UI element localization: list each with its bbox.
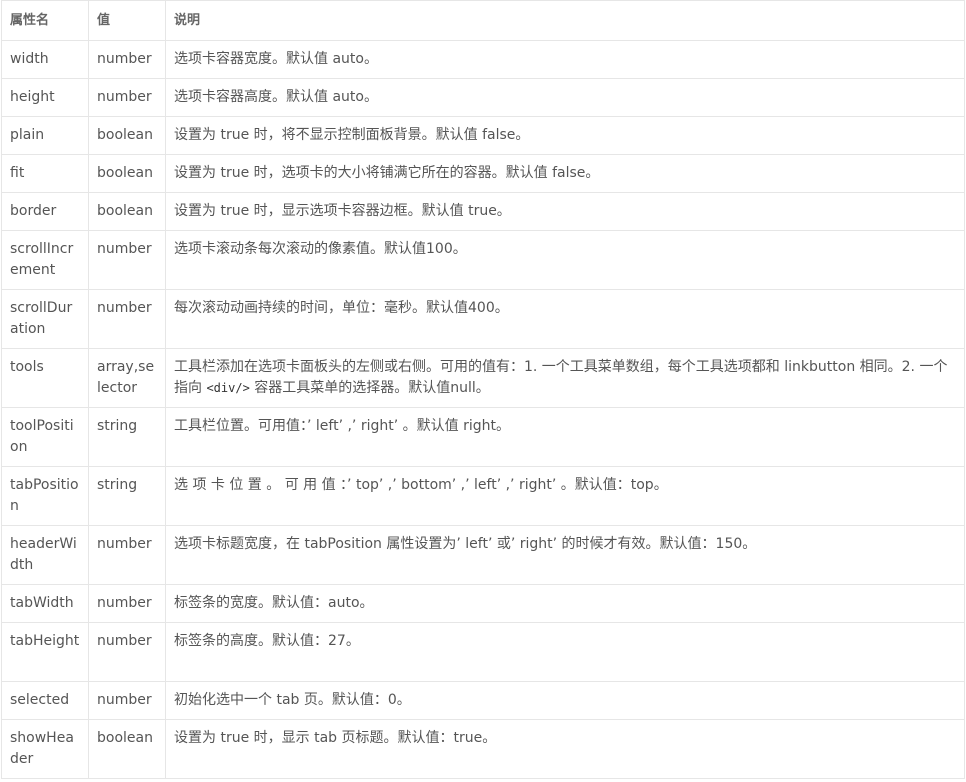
property-name: plain [1, 116, 89, 155]
property-description: 每次滚动动画持续的时间，单位：毫秒。默认值400。 [165, 289, 965, 349]
property-name: tools [1, 348, 89, 408]
property-type: boolean [88, 116, 166, 155]
property-name: fit [1, 154, 89, 193]
table-row: headerWidth number 选项卡标题宽度，在 tabPosition… [1, 525, 965, 585]
table-row: scrollIncrement number 选项卡滚动条每次滚动的像素值。默认… [1, 230, 965, 290]
property-name: headerWidth [1, 525, 89, 585]
property-type: string [88, 407, 166, 467]
property-description: 设置为 true 时，显示 tab 页标题。默认值：true。 [165, 719, 965, 779]
property-description: 工具栏添加在选项卡面板头的左侧或右侧。可用的值有：1. 一个工具菜单数组，每个工… [165, 348, 965, 408]
property-description: 选 项 卡 位 置 。 可 用 值 ：’ top’ ,’ bottom’ ,’ … [165, 466, 965, 526]
property-name: scrollIncrement [1, 230, 89, 290]
property-description: 设置为 true 时，选项卡的大小将铺满它所在的容器。默认值 false。 [165, 154, 965, 193]
property-description: 选项卡标题宽度，在 tabPosition 属性设置为’ left’ 或’ ri… [165, 525, 965, 585]
property-type: boolean [88, 192, 166, 231]
table-row: tabPosition string 选 项 卡 位 置 。 可 用 值 ：’ … [1, 466, 965, 526]
property-type: number [88, 230, 166, 290]
property-description: 工具栏位置。可用值：’ left’ ,’ right’ 。默认值 right。 [165, 407, 965, 467]
property-type: array,selector [88, 348, 166, 408]
property-type: boolean [88, 154, 166, 193]
table-row: tabHeight number 标签条的高度。默认值：27。 [1, 622, 965, 682]
property-description: 选项卡容器宽度。默认值 auto。 [165, 40, 965, 79]
property-description: 标签条的高度。默认值：27。 [165, 622, 965, 682]
column-header-type: 值 [88, 0, 166, 41]
property-name: toolPosition [1, 407, 89, 467]
table-row: toolPosition string 工具栏位置。可用值：’ left’ ,’… [1, 407, 965, 467]
property-name: scrollDuration [1, 289, 89, 349]
property-name: tabPosition [1, 466, 89, 526]
table-row: height number 选项卡容器高度。默认值 auto。 [1, 78, 965, 117]
property-name: height [1, 78, 89, 117]
table-row: selected number 初始化选中一个 tab 页。默认值：0。 [1, 681, 965, 720]
property-type: number [88, 584, 166, 623]
property-type: string [88, 466, 166, 526]
table-row: scrollDuration number 每次滚动动画持续的时间，单位：毫秒。… [1, 289, 965, 349]
property-description: 选项卡滚动条每次滚动的像素值。默认值100。 [165, 230, 965, 290]
table-row: tools array,selector 工具栏添加在选项卡面板头的左侧或右侧。… [1, 348, 965, 408]
property-description: 设置为 true 时，将不显示控制面板背景。默认值 false。 [165, 116, 965, 155]
column-header-name: 属性名 [1, 0, 89, 41]
property-type: number [88, 622, 166, 682]
property-type: boolean [88, 719, 166, 779]
property-description: 初始化选中一个 tab 页。默认值：0。 [165, 681, 965, 720]
description-text: 容器工具菜单的选择器。默认值null。 [249, 380, 490, 396]
property-name: tabHeight [1, 622, 89, 682]
table-row: border boolean 设置为 true 时，显示选项卡容器边框。默认值 … [1, 192, 965, 231]
column-header-description: 说明 [165, 0, 965, 41]
property-name: selected [1, 681, 89, 720]
table-row: width number 选项卡容器宽度。默认值 auto。 [1, 40, 965, 79]
table-row: plain boolean 设置为 true 时，将不显示控制面板背景。默认值 … [1, 116, 965, 155]
property-description: 标签条的宽度。默认值：auto。 [165, 584, 965, 623]
property-type: number [88, 40, 166, 79]
property-type: number [88, 78, 166, 117]
inline-code: <div/> [206, 381, 250, 395]
properties-table: 属性名 值 说明 width number 选项卡容器宽度。默认值 auto。 … [1, 0, 965, 779]
property-name: width [1, 40, 89, 79]
property-type: number [88, 525, 166, 585]
property-description: 选项卡容器高度。默认值 auto。 [165, 78, 965, 117]
table-header-row: 属性名 值 说明 [1, 0, 965, 41]
property-type: number [88, 289, 166, 349]
property-type: number [88, 681, 166, 720]
property-name: tabWidth [1, 584, 89, 623]
property-name: showHeader [1, 719, 89, 779]
table-row: showHeader boolean 设置为 true 时，显示 tab 页标题… [1, 719, 965, 779]
property-name: border [1, 192, 89, 231]
property-description: 设置为 true 时，显示选项卡容器边框。默认值 true。 [165, 192, 965, 231]
table-row: fit boolean 设置为 true 时，选项卡的大小将铺满它所在的容器。默… [1, 154, 965, 193]
table-row: tabWidth number 标签条的宽度。默认值：auto。 [1, 584, 965, 623]
